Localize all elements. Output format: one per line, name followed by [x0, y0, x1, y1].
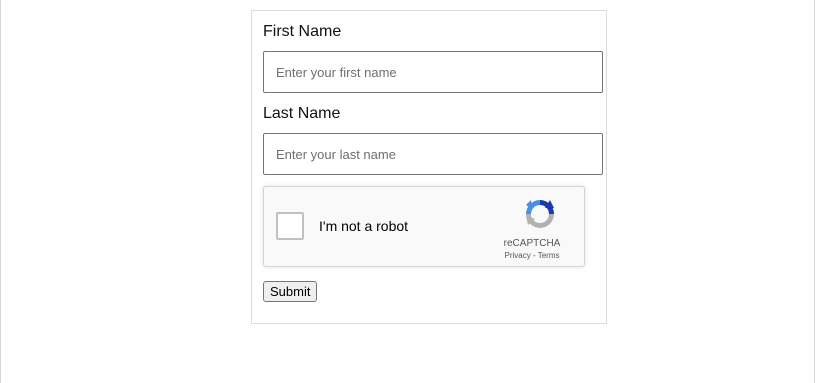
recaptcha-brand: reCAPTCHA [503, 238, 561, 249]
name-form: First Name Last Name I'm not a robot reC… [251, 10, 607, 324]
captcha-label: I'm not a robot [319, 218, 409, 234]
submit-button[interactable]: Submit [263, 281, 318, 302]
page: First Name Last Name I'm not a robot reC… [0, 0, 815, 383]
recaptcha-widget: I'm not a robot reCAPTCHA Privacy - Term… [263, 186, 585, 267]
terms-link[interactable]: Terms [538, 251, 560, 260]
last-name-input[interactable] [263, 133, 603, 175]
captcha-links: Privacy - Terms [492, 251, 572, 260]
captcha-checkbox[interactable] [276, 212, 304, 240]
first-name-input[interactable] [263, 51, 603, 93]
privacy-link[interactable]: Privacy [505, 251, 531, 260]
last-name-label: Last Name [263, 105, 341, 122]
recaptcha-logo-icon [526, 200, 554, 228]
first-name-label: First Name [263, 23, 342, 40]
link-separator: - [530, 251, 538, 260]
